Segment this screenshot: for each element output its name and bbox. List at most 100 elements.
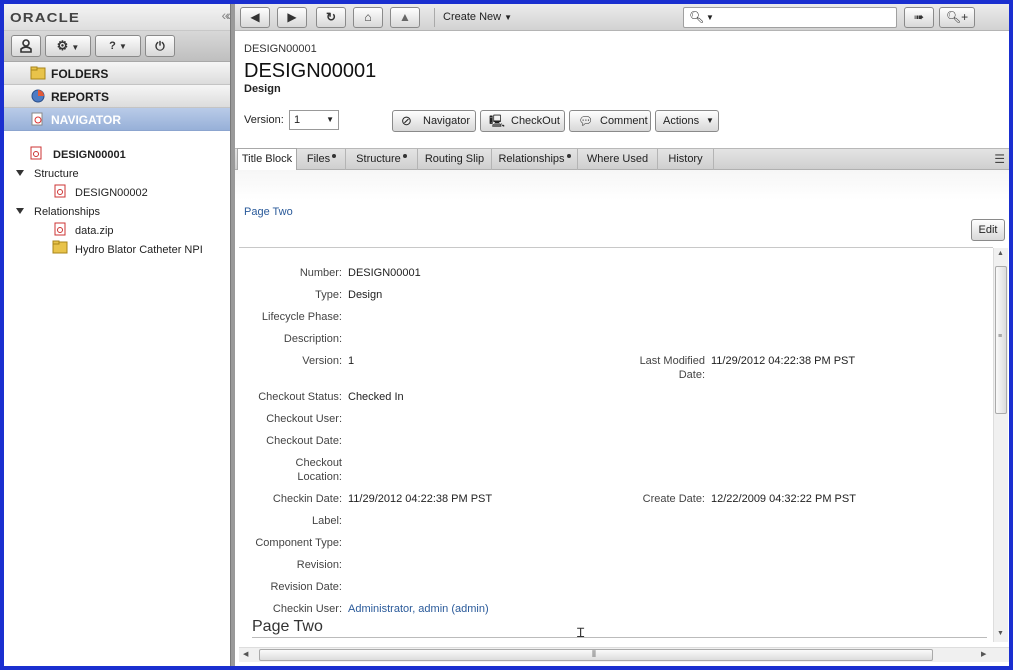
scroll-right-icon[interactable]: ▶ — [981, 650, 986, 658]
revision-date-label: Revision Date: — [270, 581, 342, 593]
folder-icon — [30, 66, 46, 80]
settings-button[interactable]: ⚙ ▼ — [45, 35, 91, 57]
project-folder-icon — [52, 240, 68, 254]
tab-bar: Title Block Files Structure Routing Slip… — [235, 148, 1009, 170]
collapse-pane-icon[interactable]: «‹ — [222, 7, 232, 23]
go-arrow-icon: ➠ — [913, 10, 925, 24]
tab-structure[interactable]: Structure — [346, 149, 418, 170]
create-date-label: Create Date: — [642, 493, 705, 505]
horizontal-scroll-thumb[interactable]: ⦀ — [259, 649, 933, 661]
tree-rel-child-2[interactable]: Hydro Blator Catheter NPI — [75, 244, 203, 256]
logo-bar: ORACLE «‹ — [4, 4, 232, 31]
checkout-button[interactable]: 🖳 CheckOut — [480, 110, 565, 132]
tree-relationships-label[interactable]: Relationships — [34, 206, 100, 218]
tab-menu-icon[interactable]: ☰ — [994, 152, 1005, 166]
horizontal-scrollbar[interactable]: ◀ ⦀ ▶ — [239, 647, 1009, 662]
tab-subbar — [235, 170, 1009, 200]
scroll-down-icon[interactable]: ▼ — [997, 630, 1004, 637]
search-input[interactable]: 🔍︎ ▼ — [683, 7, 897, 28]
tab-label: Where Used — [586, 153, 649, 165]
tab-label: History — [668, 153, 703, 165]
breadcrumb: DESIGN00001 — [244, 43, 317, 55]
checkin-user-link[interactable]: Administrator, admin (admin) — [348, 602, 489, 616]
chevron-down-icon: ▼ — [118, 42, 127, 51]
power-icon: ⏻ — [155, 39, 165, 53]
checkout-location-label-1: Checkout — [295, 457, 342, 469]
page-two-link[interactable]: Page Two — [244, 206, 293, 218]
app-window: ORACLE «‹ ⚙ ▼ ? ▼ ⏻ FOLDERS REPORTS NAVI… — [4, 4, 1009, 666]
type-value: Design — [348, 289, 383, 301]
design-doc-icon — [54, 184, 66, 198]
logout-button[interactable]: ⏻ — [145, 35, 175, 57]
version-select-value: 1 — [294, 114, 301, 126]
comment-button-label: Comment — [600, 115, 648, 127]
version-select[interactable]: 1 ▼ — [289, 110, 339, 130]
refresh-button[interactable]: ↻ — [316, 7, 346, 28]
tab-files[interactable]: Files — [298, 149, 346, 170]
checkout-status-value: Checked In — [348, 391, 404, 403]
tab-history[interactable]: History — [658, 149, 714, 170]
expand-structure-icon[interactable] — [16, 170, 24, 176]
checkin-date-label: Checkin Date: — [272, 493, 342, 505]
forward-arrow-icon: ▶ — [287, 10, 297, 24]
chevron-down-icon: ▼ — [71, 43, 80, 52]
reports-section[interactable]: REPORTS — [4, 85, 230, 108]
tab-where-used[interactable]: Where Used — [578, 149, 658, 170]
gear-icon: ⚙ — [56, 38, 69, 53]
edit-button-label: Edit — [978, 224, 998, 236]
last-modified-value: 11/29/2012 04:22:38 PM PST — [711, 355, 856, 367]
comment-button[interactable]: 💬︎ Comment — [569, 110, 651, 132]
back-arrow-icon: ◀ — [250, 10, 260, 24]
tab-title-block[interactable]: Title Block — [237, 148, 297, 170]
left-toolbar: ⚙ ▼ ? ▼ ⏻ — [4, 31, 230, 62]
tree-structure-child[interactable]: DESIGN00002 — [75, 187, 148, 199]
edit-button[interactable]: Edit — [971, 219, 1005, 241]
vertical-scrollbar[interactable]: ▲ ≡ ▼ — [993, 248, 1008, 642]
page-title: DESIGN00001 — [244, 60, 377, 82]
create-date-value: 12/22/2009 04:32:22 PM PST — [711, 493, 856, 505]
navigator-button[interactable]: ⊘ Navigator — [392, 110, 476, 132]
tree-rel-child-1[interactable]: data.zip — [75, 225, 114, 237]
navigator-label: NAVIGATOR — [51, 113, 122, 127]
up-button[interactable]: ▲ — [390, 7, 420, 28]
tab-label: Structure — [356, 153, 401, 165]
tree-root-item[interactable]: DESIGN00001 — [53, 149, 126, 161]
grip-icon: ≡ — [998, 333, 1003, 340]
number-label: Number: — [299, 267, 342, 279]
page-subtitle: Design — [244, 83, 281, 95]
navigator-section[interactable]: NAVIGATOR — [4, 108, 230, 131]
actions-menu-button[interactable]: Actions ▼ — [655, 110, 719, 132]
file-icon — [54, 222, 66, 236]
checkout-user-label: Checkout User: — [266, 413, 342, 425]
tab-relationships[interactable]: Relationships — [492, 149, 578, 170]
checkout-date-label: Checkout Date: — [266, 435, 342, 447]
tree-structure-label[interactable]: Structure — [34, 168, 79, 180]
tab-label: Title Block — [241, 153, 293, 165]
search-go-button[interactable]: ➠ — [904, 7, 934, 28]
navigator-icon: ⊘ — [401, 113, 412, 128]
last-modified-label-1: Last Modified — [639, 355, 705, 367]
checkin-user-label: Checkin User: — [272, 603, 342, 615]
advanced-search-button[interactable]: 🔍︎+ — [939, 7, 975, 28]
page-two-heading: Page Two — [252, 618, 323, 635]
folders-section[interactable]: FOLDERS — [4, 62, 230, 85]
component-type-label: Component Type: — [255, 537, 342, 549]
back-button[interactable]: ◀ — [240, 7, 270, 28]
scroll-left-icon[interactable]: ◀ — [243, 650, 248, 658]
revision-label: Revision: — [296, 559, 342, 571]
tab-routing-slip[interactable]: Routing Slip — [418, 149, 492, 170]
create-new-menu[interactable]: Create New ▼ — [443, 11, 512, 23]
user-profile-button[interactable] — [11, 35, 41, 57]
expand-relationships-icon[interactable] — [16, 208, 24, 214]
last-modified-label-2: Date: — [678, 369, 705, 381]
forward-button[interactable]: ▶ — [277, 7, 307, 28]
chevron-down-icon: ▼ — [504, 13, 513, 22]
vertical-scroll-thumb[interactable]: ≡ — [995, 266, 1007, 414]
help-button[interactable]: ? ▼ — [95, 35, 141, 57]
home-button[interactable]: ⌂ — [353, 7, 383, 28]
description-label: Description: — [283, 333, 342, 345]
main-toolbar: ◀ ▶ ↻ ⌂ ▲ Create New ▼ 🔍︎ ▼ ➠ 🔍︎+ — [235, 4, 1009, 31]
scroll-up-icon[interactable]: ▲ — [997, 250, 1004, 257]
number-value: DESIGN00001 — [348, 267, 421, 279]
chevron-down-icon: ▼ — [706, 13, 714, 22]
